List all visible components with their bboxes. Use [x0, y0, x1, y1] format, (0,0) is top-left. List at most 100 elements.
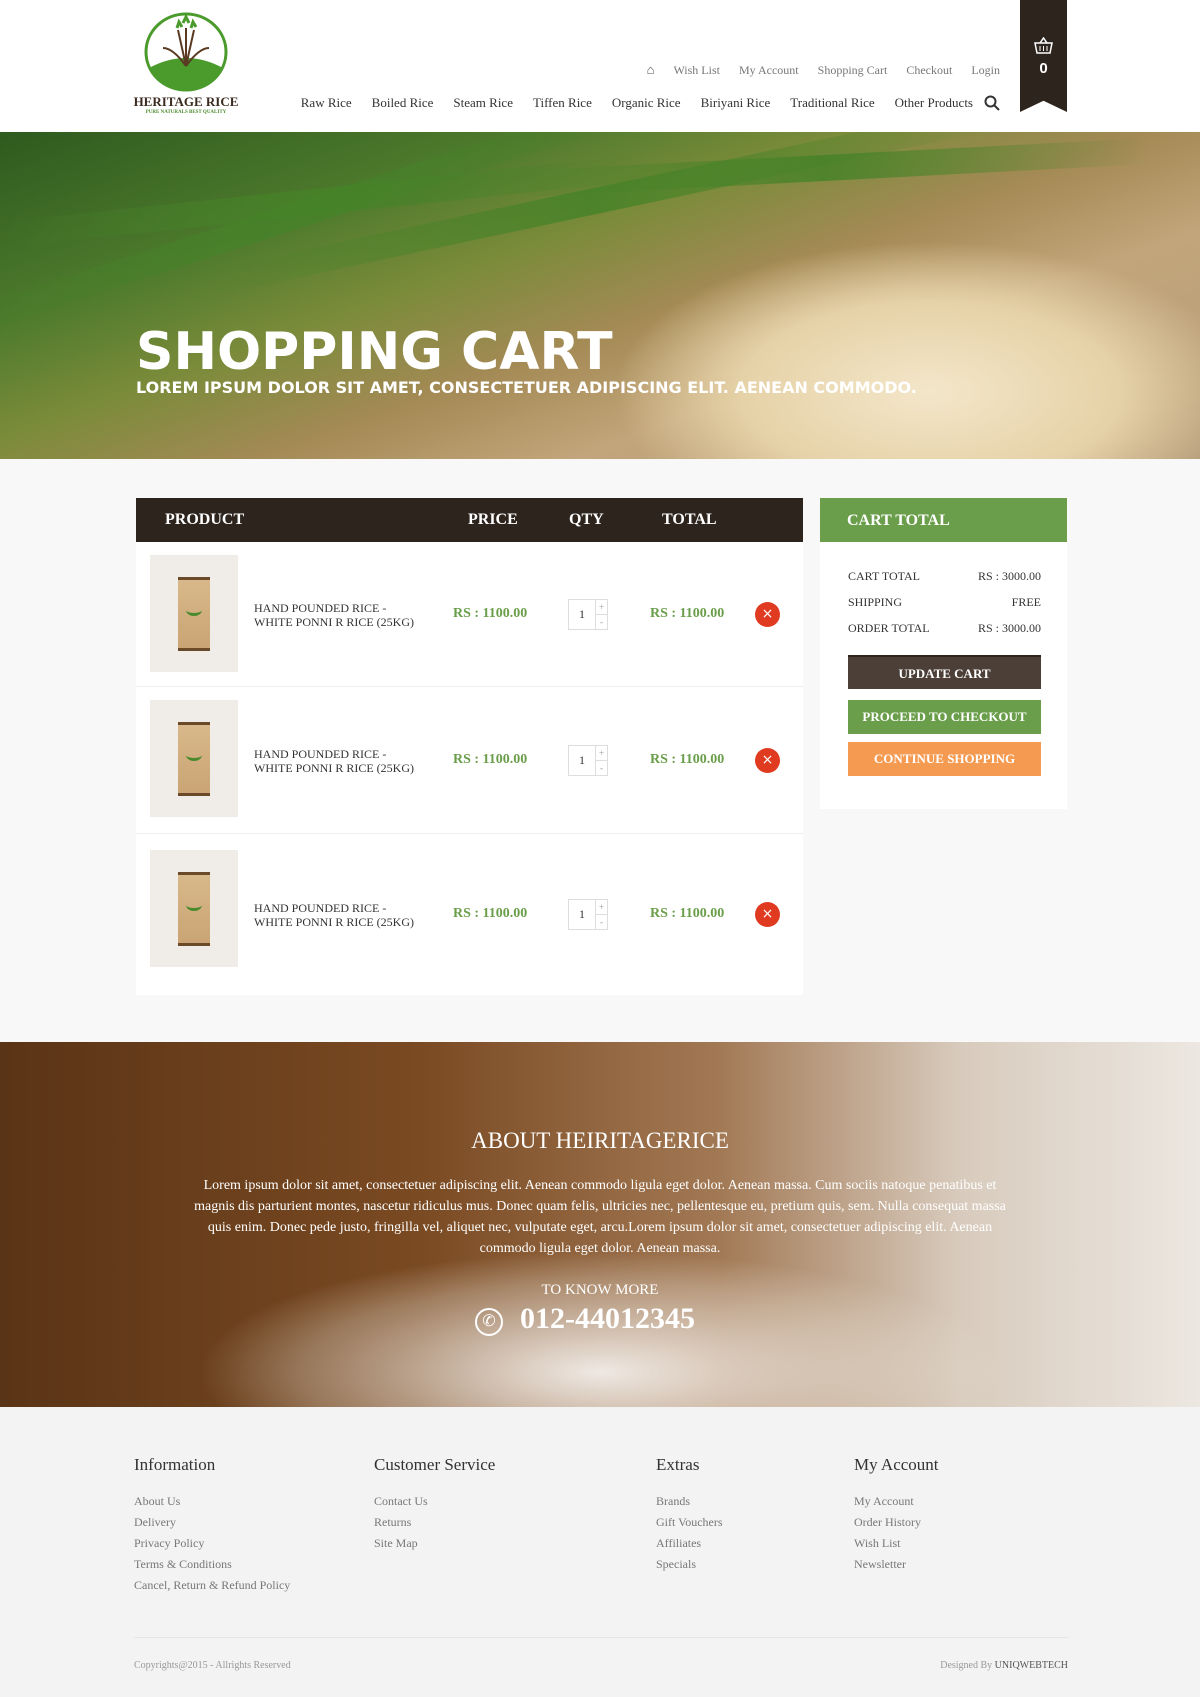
nav-boiled-rice[interactable]: Boiled Rice	[372, 95, 434, 111]
footer-link[interactable]: Site Map	[374, 1533, 495, 1554]
main-nav: Raw Rice Boiled Rice Steam Rice Tiffen R…	[301, 95, 973, 111]
product-name[interactable]: HAND POUNDED RICE - WHITE PONNI R RICE (2…	[254, 901, 424, 929]
footer-link[interactable]: Delivery	[134, 1512, 290, 1533]
footer-link[interactable]: Affiliates	[656, 1533, 723, 1554]
know-more-label: TO KNOW MORE	[541, 1282, 659, 1298]
footer-link[interactable]: Privacy Policy	[134, 1533, 290, 1554]
decrease-qty-button[interactable]: -	[596, 915, 607, 929]
summary-order-total: ORDER TOTAL RS : 3000.00	[848, 621, 1041, 635]
quantity-stepper: 1 + -	[568, 899, 608, 930]
cart-table: PRODUCT PRICE QTY TOTAL HAND POUNDED RIC…	[136, 498, 803, 995]
cart-total-panel: CART TOTAL CART TOTAL RS : 3000.00 SHIPPI…	[820, 498, 1067, 809]
quantity-input[interactable]: 1	[569, 900, 595, 929]
footer-column: My Account My Account Order History Wish Li…	[854, 1455, 939, 1575]
footer-link[interactable]: Terms & Conditions	[134, 1554, 290, 1575]
page-subtitle: LOREM IPSUM DOLOR SIT AMET, CONSECTETUER…	[136, 378, 917, 397]
about-title: ABOUT HEIRITAGERICE	[471, 1128, 729, 1153]
footer-link[interactable]: Specials	[656, 1554, 723, 1575]
footer-link[interactable]: Gift Vouchers	[656, 1512, 723, 1533]
footer-link[interactable]: Newsletter	[854, 1554, 939, 1575]
footer-divider	[134, 1637, 1068, 1638]
top-link-my-account[interactable]: My Account	[739, 63, 799, 78]
quantity-stepper: 1 + -	[568, 745, 608, 776]
phone-number[interactable]: 012-44012345	[520, 1302, 695, 1336]
footer-link[interactable]: My Account	[854, 1491, 939, 1512]
footer-column-title: Customer Service	[374, 1455, 496, 1474]
nav-other-products[interactable]: Other Products	[895, 95, 973, 111]
header-qty: QTY	[569, 511, 604, 528]
cart-count: 0	[1039, 60, 1048, 77]
product-image[interactable]	[150, 700, 238, 817]
product-image[interactable]	[150, 555, 238, 672]
footer-column-title: My Account	[854, 1455, 939, 1474]
phone-icon: ✆	[475, 1308, 503, 1336]
logo[interactable]: HERITAGE RICE PURE NATURALS BEST QUALITY	[133, 8, 239, 120]
footer: Information About Us Delivery Privacy Polic…	[0, 1407, 1200, 1697]
footer-link[interactable]: About Us	[134, 1491, 290, 1512]
page-title: SHOPPING CART	[136, 322, 613, 382]
cart-table-header: PRODUCT PRICE QTY TOTAL	[136, 498, 803, 542]
decrease-qty-button[interactable]: -	[596, 761, 607, 775]
decrease-qty-button[interactable]: -	[596, 615, 607, 629]
cart-ribbon[interactable]: 0	[1020, 0, 1067, 112]
footer-link[interactable]: Contact Us	[374, 1491, 495, 1512]
logo-name: HERITAGE RICE	[133, 94, 239, 109]
top-link-shopping-cart[interactable]: Shopping Cart	[818, 63, 888, 78]
footer-link[interactable]: Order History	[854, 1512, 939, 1533]
update-cart-button[interactable]: UPDATE CART	[848, 655, 1041, 689]
footer-column: Extras Brands Gift Vouchers Affiliates Speci…	[656, 1455, 723, 1575]
cart-row: HAND POUNDED RICE - WHITE PONNI R RICE (2…	[136, 834, 803, 995]
home-icon[interactable]: ⌂	[647, 62, 655, 78]
nav-biriyani-rice[interactable]: Biriyani Rice	[701, 95, 771, 111]
product-price: RS : 1100.00	[453, 606, 528, 621]
continue-shopping-button[interactable]: CONTINUE SHOPPING	[848, 742, 1041, 776]
footer-column: Information About Us Delivery Privacy Polic…	[134, 1455, 290, 1596]
product-total: RS : 1100.00	[650, 606, 725, 621]
increase-qty-button[interactable]: +	[596, 746, 607, 761]
top-links: ⌂ Wish List My Account Shopping Cart Che…	[647, 62, 1000, 78]
cart-row: HAND POUNDED RICE - WHITE PONNI R RICE (2…	[136, 542, 803, 687]
about-text: Lorem ipsum dolor sit amet, consectetuer…	[194, 1178, 1006, 1256]
footer-column-title: Extras	[656, 1455, 700, 1474]
remove-item-button[interactable]: ×	[755, 748, 780, 773]
header-total: TOTAL	[662, 511, 717, 528]
footer-link[interactable]: Returns	[374, 1512, 495, 1533]
increase-qty-button[interactable]: +	[596, 900, 607, 915]
header: HERITAGE RICE PURE NATURALS BEST QUALITY…	[0, 0, 1200, 132]
product-name[interactable]: HAND POUNDED RICE - WHITE PONNI R RICE (2…	[254, 601, 424, 629]
hero-banner: SHOPPING CART LOREM IPSUM DOLOR SIT AMET…	[0, 132, 1200, 459]
product-image[interactable]	[150, 850, 238, 967]
logo-emblem-icon	[144, 12, 228, 92]
footer-link[interactable]: Wish List	[854, 1533, 939, 1554]
cart-row: HAND POUNDED RICE - WHITE PONNI R RICE (2…	[136, 687, 803, 834]
product-name[interactable]: HAND POUNDED RICE - WHITE PONNI R RICE (2…	[254, 747, 424, 775]
increase-qty-button[interactable]: +	[596, 600, 607, 615]
nav-organic-rice[interactable]: Organic Rice	[612, 95, 681, 111]
footer-link[interactable]: Brands	[656, 1491, 723, 1512]
cart-total-title: CART TOTAL	[820, 498, 1067, 542]
footer-column-title: Information	[134, 1455, 216, 1474]
nav-raw-rice[interactable]: Raw Rice	[301, 95, 352, 111]
about-section: ABOUT HEIRITAGERICE Lorem ipsum dolor si…	[0, 1042, 1200, 1407]
quantity-input[interactable]: 1	[569, 600, 595, 629]
product-price: RS : 1100.00	[453, 752, 528, 767]
nav-traditional-rice[interactable]: Traditional Rice	[790, 95, 874, 111]
designer-link[interactable]: UNIQWEBTECH	[995, 1660, 1068, 1671]
logo-tagline: PURE NATURALS BEST QUALITY	[145, 110, 227, 115]
summary-cart-total: CART TOTAL RS : 3000.00	[848, 569, 1041, 583]
top-link-login[interactable]: Login	[971, 63, 1000, 78]
proceed-to-checkout-button[interactable]: PROCEED TO CHECKOUT	[848, 700, 1041, 734]
header-price: PRICE	[468, 511, 518, 528]
footer-link[interactable]: Cancel, Return & Refund Policy	[134, 1575, 290, 1596]
remove-item-button[interactable]: ×	[755, 602, 780, 627]
quantity-input[interactable]: 1	[569, 746, 595, 775]
nav-steam-rice[interactable]: Steam Rice	[453, 95, 513, 111]
quantity-stepper: 1 + -	[568, 599, 608, 630]
nav-tiffen-rice[interactable]: Tiffen Rice	[533, 95, 592, 111]
search-icon[interactable]	[984, 95, 1000, 111]
remove-item-button[interactable]: ×	[755, 902, 780, 927]
top-link-wish-list[interactable]: Wish List	[673, 63, 720, 78]
top-link-checkout[interactable]: Checkout	[906, 63, 952, 78]
footer-column: Customer Service Contact Us Returns Site Ma…	[374, 1455, 495, 1554]
product-total: RS : 1100.00	[650, 752, 725, 767]
